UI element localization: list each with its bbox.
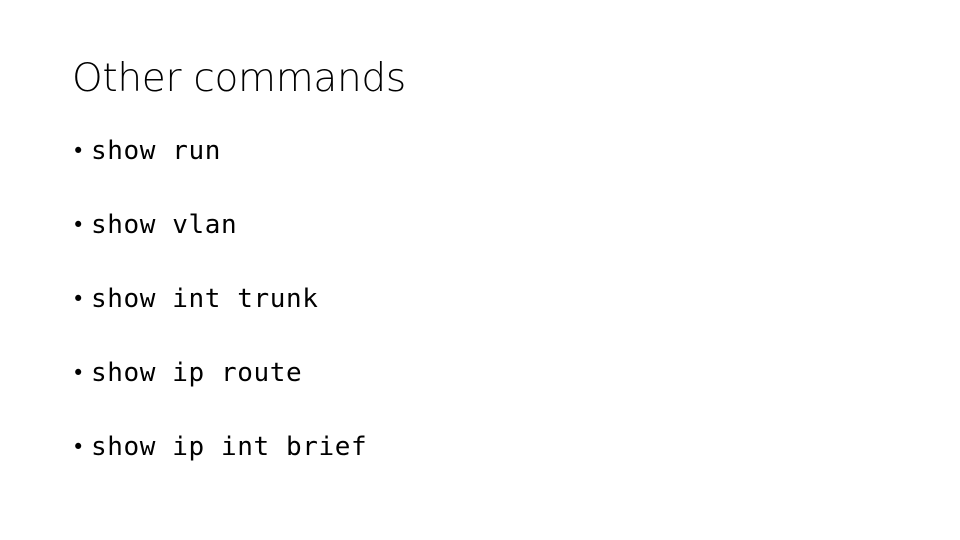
list-item-label: show int trunk (91, 284, 319, 314)
list-item-label: show ip int brief (91, 432, 368, 462)
bullet-icon: • (72, 361, 85, 385)
list-item: • show ip int brief (72, 429, 902, 465)
page-title: Other commands (72, 56, 406, 101)
list-item: • show run (72, 133, 902, 169)
command-list: • show run • show vlan • show int trunk … (72, 133, 902, 465)
list-item: • show int trunk (72, 281, 902, 317)
bullet-icon: • (72, 139, 85, 163)
bullet-icon: • (72, 213, 85, 237)
list-item-label: show vlan (91, 210, 238, 240)
bullet-icon: • (72, 435, 85, 459)
bullet-icon: • (72, 287, 85, 311)
list-item: • show ip route (72, 355, 902, 391)
list-item: • show vlan (72, 207, 902, 243)
list-item-label: show run (91, 136, 222, 166)
slide-canvas: Other commands • show run • show vlan • … (0, 0, 960, 540)
list-item-label: show ip route (91, 358, 303, 388)
